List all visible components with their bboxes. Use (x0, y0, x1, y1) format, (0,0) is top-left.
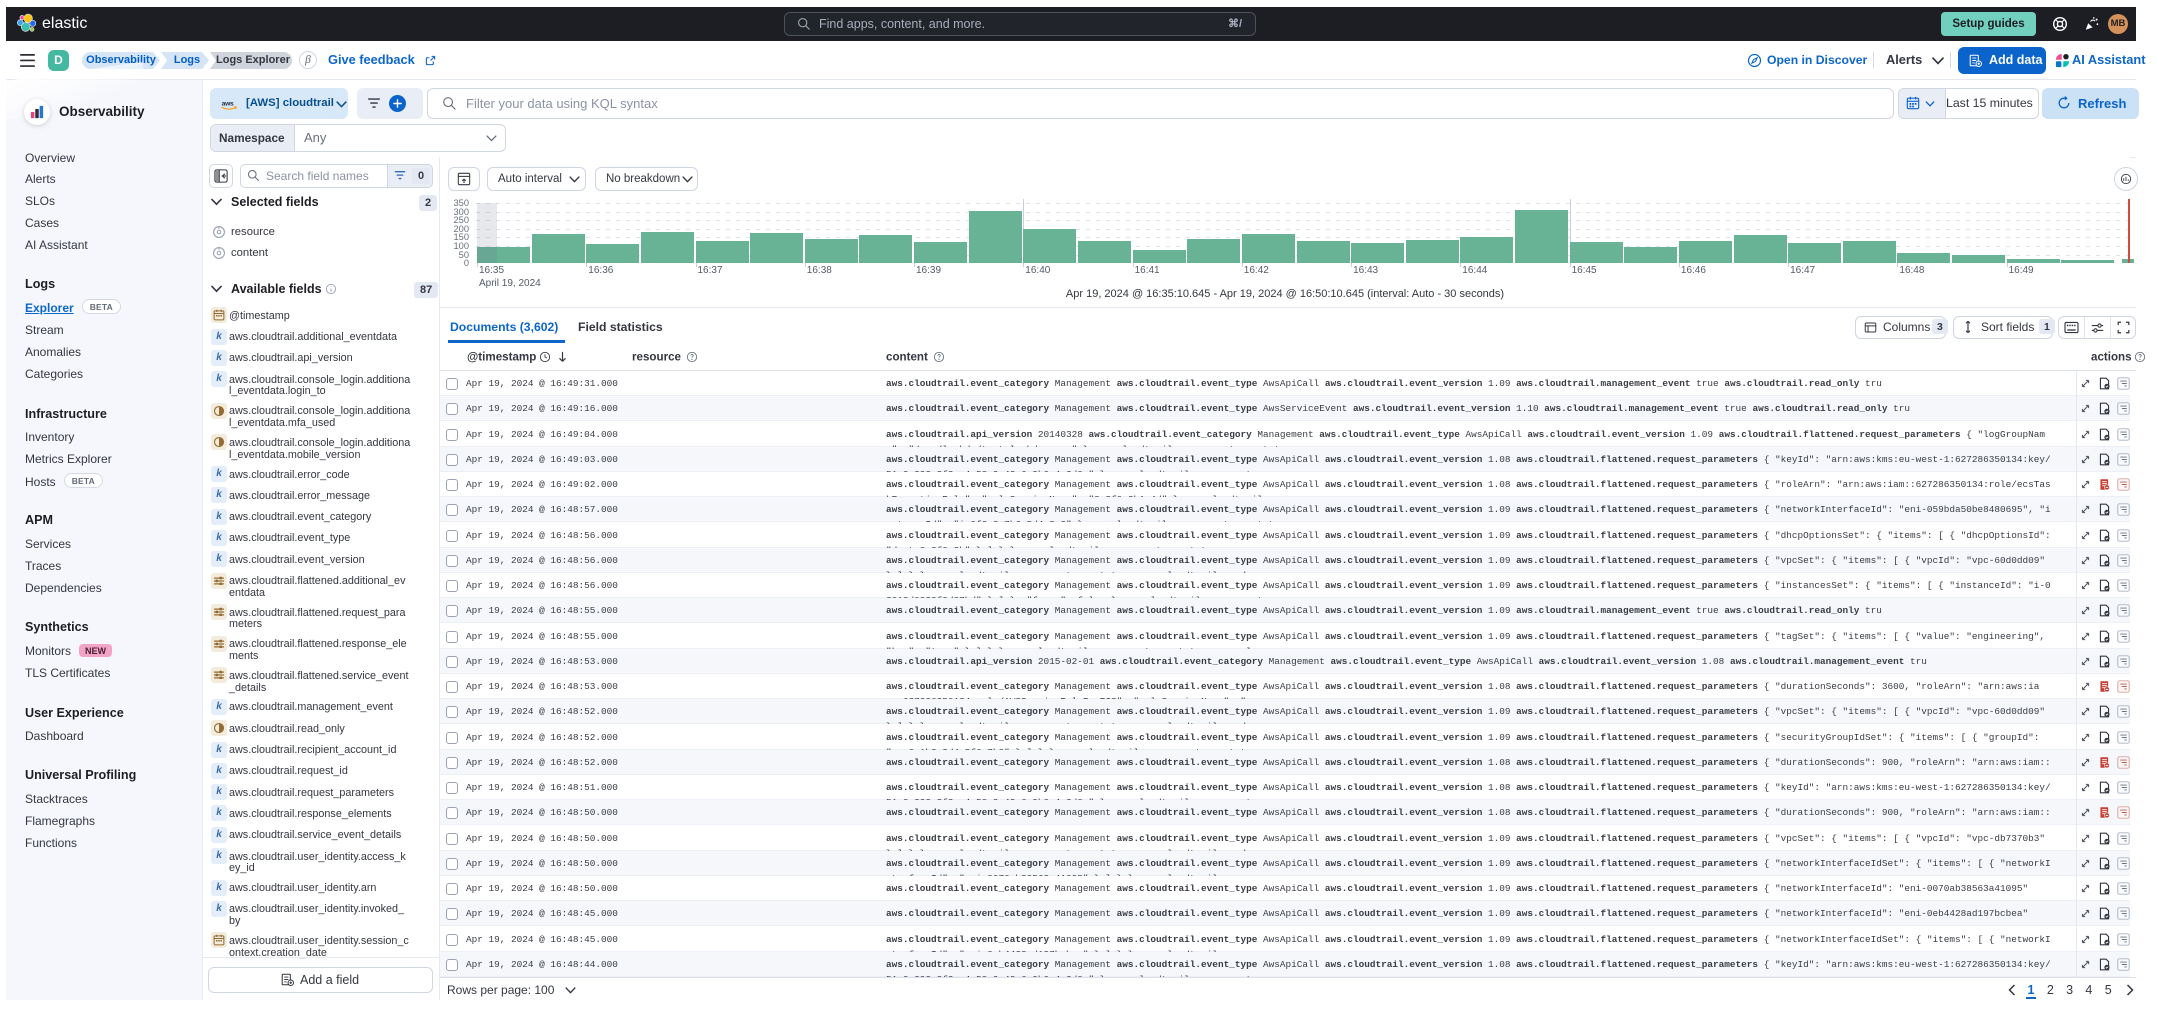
svg-text:aws: aws (222, 100, 234, 107)
